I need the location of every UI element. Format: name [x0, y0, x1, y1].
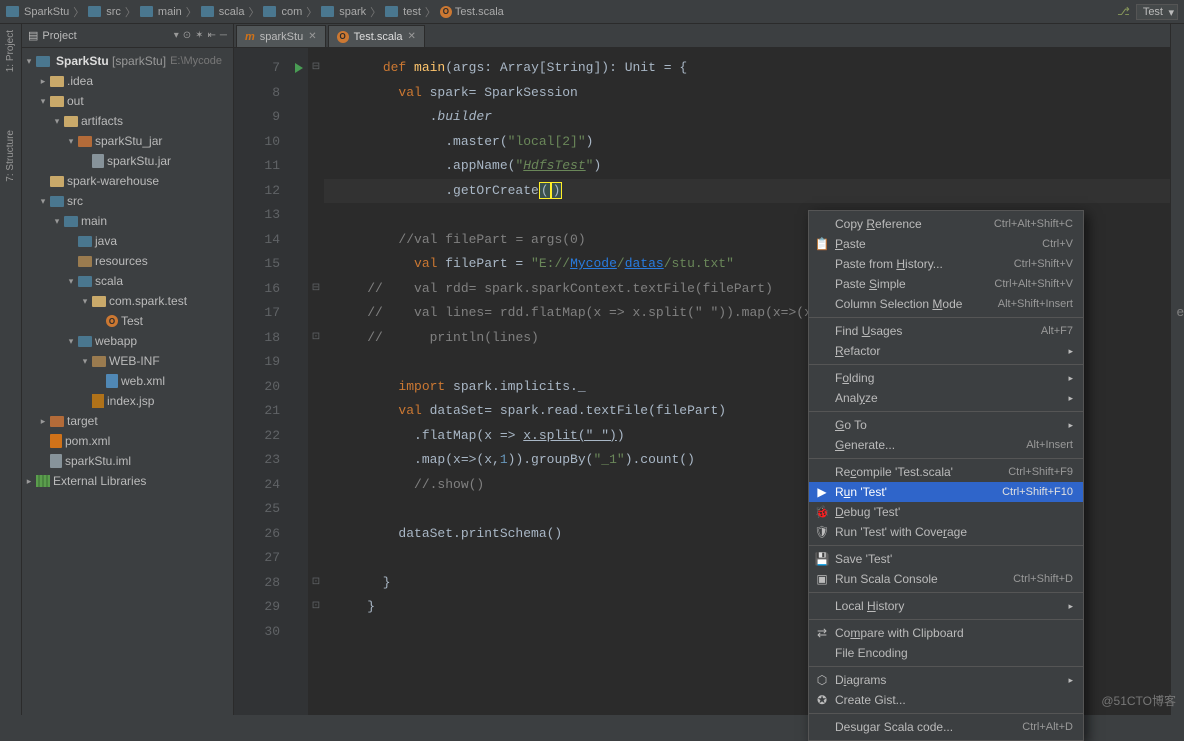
editor-tab[interactable]: OTest.scala✕	[328, 25, 425, 47]
project-panel-title: Project	[42, 30, 76, 42]
folder-icon	[321, 6, 334, 17]
project-toolwindow-button[interactable]: 1: Project	[5, 30, 16, 72]
tree-node[interactable]: scala	[22, 271, 233, 291]
editor-tab[interactable]: msparkStu✕	[236, 25, 326, 47]
tree-node[interactable]: resources	[22, 251, 233, 271]
project-panel-icon: ▤	[28, 29, 38, 42]
gear-icon[interactable]: ✶	[195, 30, 203, 41]
tree-node[interactable]: com.spark.test	[22, 291, 233, 311]
tree-node[interactable]: SparkStu [sparkStu]E:\Mycode	[22, 51, 233, 71]
left-toolwindow-bar: 1: Project 7: Structure	[0, 24, 22, 715]
menu-item[interactable]: Copy ReferenceCtrl+Alt+Shift+C	[809, 214, 1083, 234]
close-icon[interactable]: ✕	[308, 31, 316, 42]
menu-item[interactable]: 📋PasteCtrl+V	[809, 234, 1083, 254]
menu-icon: ▶	[815, 485, 829, 499]
menu-item[interactable]: ⬡Diagrams▸	[809, 670, 1083, 690]
tree-node[interactable]: spark-warehouse	[22, 171, 233, 191]
tree-node[interactable]: sparkStu_jar	[22, 131, 233, 151]
menu-item[interactable]: File Encoding	[809, 643, 1083, 663]
folder-icon	[385, 6, 398, 17]
tree-node[interactable]: out	[22, 91, 233, 111]
tree-node[interactable]: main	[22, 211, 233, 231]
tree-node[interactable]: WEB-INF	[22, 351, 233, 371]
tree-node[interactable]: index.jsp	[22, 391, 233, 411]
run-gutter[interactable]	[290, 48, 308, 715]
breadcrumb-item[interactable]: com	[263, 6, 302, 18]
right-toolwindow-bar	[1170, 24, 1184, 715]
breadcrumb-item[interactable]: O Test.scala	[440, 6, 504, 18]
menu-item[interactable]: 💾Save 'Test'	[809, 549, 1083, 569]
folder-icon	[201, 6, 214, 17]
menu-icon: ⬡	[815, 673, 829, 687]
run-line-icon[interactable]	[295, 63, 303, 73]
tree-node[interactable]: java	[22, 231, 233, 251]
tree-node[interactable]: web.xml	[22, 371, 233, 391]
tree-node[interactable]: target	[22, 411, 233, 431]
menu-item[interactable]: Refactor▸	[809, 341, 1083, 361]
structure-toolwindow-button[interactable]: 7: Structure	[5, 130, 16, 182]
breadcrumb-item[interactable]: SparkStu	[6, 6, 69, 18]
folder-icon	[263, 6, 276, 17]
menu-icon: 🛡	[815, 525, 829, 539]
tree-node[interactable]: src	[22, 191, 233, 211]
folder-icon	[140, 6, 153, 17]
menu-icon: ▣	[815, 572, 829, 586]
menu-item[interactable]: Desugar Scala code...Ctrl+Alt+D	[809, 717, 1083, 737]
tree-node[interactable]: sparkStu.jar	[22, 151, 233, 171]
menu-item[interactable]: 🛡Run 'Test' with Coverage	[809, 522, 1083, 542]
editor-context-menu[interactable]: Copy ReferenceCtrl+Alt+Shift+C📋PasteCtrl…	[808, 210, 1084, 741]
breadcrumb-item[interactable]: test	[385, 6, 421, 18]
scala-object-icon: O	[440, 6, 452, 18]
project-panel: ▤ Project ▾ ⊙ ✶ ⇤ ─ SparkStu [sparkStu]E…	[22, 24, 234, 715]
collapse-icon[interactable]: ⇤	[208, 30, 216, 41]
scroll-from-source-icon[interactable]: ⊙	[183, 30, 191, 41]
fold-column[interactable]: ⊟⊟⊡⊡⊡	[308, 48, 324, 715]
tree-node[interactable]: sparkStu.iml	[22, 451, 233, 471]
menu-icon: ⇄	[815, 626, 829, 640]
menu-item[interactable]: ⇄Compare with Clipboard	[809, 623, 1083, 643]
menu-item[interactable]: Recompile 'Test.scala'Ctrl+Shift+F9	[809, 462, 1083, 482]
menu-item[interactable]: Folding▸	[809, 368, 1083, 388]
tree-node[interactable]: OTest	[22, 311, 233, 331]
breadcrumb: SparkStu〉src〉main〉scala〉com〉spark〉test〉O…	[0, 0, 1184, 24]
breadcrumb-item[interactable]: scala	[201, 6, 245, 18]
menu-icon: 📋	[815, 237, 829, 251]
menu-item[interactable]: Local History▸	[809, 596, 1083, 616]
tree-node[interactable]: pom.xml	[22, 431, 233, 451]
menu-item[interactable]: Analyze▸	[809, 388, 1083, 408]
menu-item[interactable]: Find UsagesAlt+F7	[809, 321, 1083, 341]
menu-item[interactable]: ✪Create Gist...	[809, 690, 1083, 710]
menu-icon: ✪	[815, 693, 829, 707]
menu-item[interactable]: 🐞Debug 'Test'	[809, 502, 1083, 522]
tree-node[interactable]: artifacts	[22, 111, 233, 131]
folder-icon	[6, 6, 19, 17]
editor-tabs: msparkStu✕OTest.scala✕	[234, 24, 1170, 48]
tree-node[interactable]: External Libraries	[22, 471, 233, 491]
tree-node[interactable]: webapp	[22, 331, 233, 351]
menu-item[interactable]: Paste SimpleCtrl+Alt+Shift+V	[809, 274, 1083, 294]
menu-item[interactable]: Column Selection ModeAlt+Shift+Insert	[809, 294, 1083, 314]
hide-icon[interactable]: ─	[220, 30, 227, 41]
project-tree[interactable]: SparkStu [sparkStu]E:\Mycode.ideaoutarti…	[22, 48, 233, 715]
breadcrumb-item[interactable]: main	[140, 6, 182, 18]
menu-item[interactable]: Paste from History...Ctrl+Shift+V	[809, 254, 1083, 274]
breadcrumb-item[interactable]: src	[88, 6, 121, 18]
breadcrumb-item[interactable]: spark	[321, 6, 366, 18]
line-number-gutter: 7891011121314151617181920212223242526272…	[234, 48, 290, 715]
project-view-mode[interactable]: ▾	[174, 30, 179, 41]
menu-icon: 💾	[815, 552, 829, 566]
folder-icon	[88, 6, 101, 17]
menu-item[interactable]: Generate...Alt+Insert	[809, 435, 1083, 455]
run-config-dropdown[interactable]: Test	[1136, 4, 1178, 20]
branch-icon[interactable]: ⎇	[1117, 5, 1130, 18]
tree-node[interactable]: .idea	[22, 71, 233, 91]
watermark: @51CTO博客	[1101, 692, 1176, 709]
menu-item[interactable]: Go To▸	[809, 415, 1083, 435]
menu-icon: 🐞	[815, 505, 829, 519]
close-icon[interactable]: ✕	[408, 31, 416, 42]
menu-item[interactable]: ▶Run 'Test'Ctrl+Shift+F10	[809, 482, 1083, 502]
menu-item[interactable]: ▣Run Scala ConsoleCtrl+Shift+D	[809, 569, 1083, 589]
